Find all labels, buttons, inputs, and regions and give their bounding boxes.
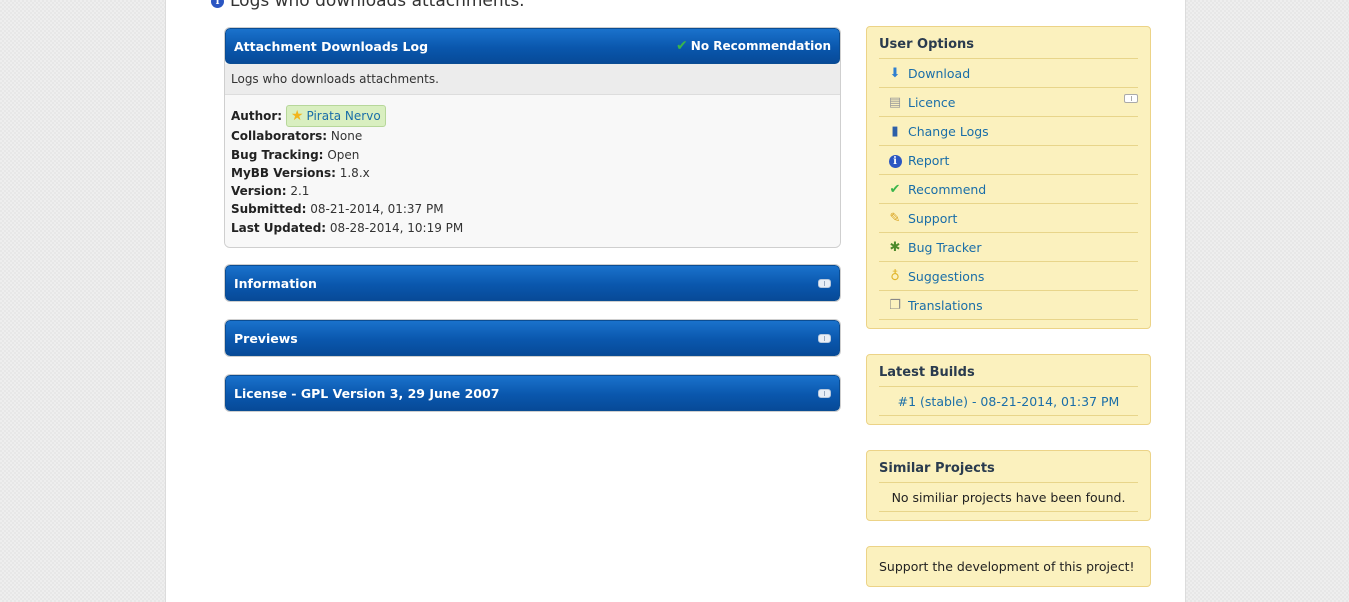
section-license: License - GPL Version 3, 29 June 2007 (224, 374, 841, 413)
book-icon: ▮ (891, 123, 899, 139)
download-arrow-icon: ⬇ (889, 65, 901, 81)
project-header: Attachment Downloads Log ✔ No Recommenda… (225, 28, 840, 64)
support-text: Support the development of this project! (879, 559, 1135, 574)
detail-label: Bug Tracking: (231, 147, 324, 162)
detail-value: None (330, 129, 363, 144)
page-heading-text: Logs who downloads attachments. (230, 0, 525, 11)
document-icon: ▤ (888, 94, 902, 110)
main-column: Attachment Downloads Log ✔ No Recommenda… (224, 27, 841, 429)
option-recommend[interactable]: ✔ Recommend (879, 175, 1138, 204)
option-bug-tracker[interactable]: ✱ Bug Tracker (879, 233, 1138, 262)
option-label: Translations (908, 297, 983, 313)
option-suggestions[interactable]: ♁ Suggestions (879, 262, 1138, 291)
expand-icon[interactable] (818, 278, 831, 288)
lightbulb-icon: ♁ (890, 268, 900, 284)
panel-title: User Options (879, 37, 1138, 59)
option-report[interactable]: i Report (879, 146, 1138, 175)
option-label: Support (908, 210, 958, 226)
detail-value: Open (327, 147, 360, 162)
detail-label: Author: (231, 109, 283, 124)
detail-value: 08-28-2014, 10:19 PM (329, 220, 464, 235)
detail-submitted: Submitted: 08-21-2014, 01:37 PM (231, 200, 834, 218)
section-information: Information (224, 264, 841, 303)
expand-icon[interactable] (818, 333, 831, 343)
user-options-panel: User Options ⬇ Download ▤ Licence ▮ Chan… (866, 26, 1151, 329)
check-icon: ✔ (676, 38, 688, 54)
panel-title: Latest Builds (879, 365, 1138, 387)
option-support[interactable]: ✎ Support (879, 204, 1138, 233)
detail-label: MyBB Versions: (231, 165, 336, 180)
recommendation-status: ✔ No Recommendation (676, 38, 831, 54)
option-licence[interactable]: ▤ Licence (879, 88, 1138, 117)
expand-icon[interactable] (818, 388, 831, 398)
detail-value: 1.8.x (339, 165, 370, 180)
option-change-logs[interactable]: ▮ Change Logs (879, 117, 1138, 146)
detail-label: Last Updated: (231, 220, 327, 235)
section-title: Information (234, 275, 317, 291)
author-link[interactable]: ★ Pirata Nervo (285, 105, 386, 128)
project-details: Author: ★ Pirata Nervo Collaborators: No… (225, 95, 840, 248)
detail-collaborators: Collaborators: None (231, 127, 834, 145)
project-description: Logs who downloads attachments. (225, 64, 840, 95)
similar-projects-panel: Similar Projects No similiar projects ha… (866, 450, 1151, 521)
detail-last-updated: Last Updated: 08-28-2014, 10:19 PM (231, 219, 834, 237)
option-label: Licence (908, 94, 956, 110)
detail-label: Version: (231, 184, 287, 199)
page-content: i Logs who downloads attachments. Attach… (165, 0, 1186, 602)
detail-mybb-versions: MyBB Versions: 1.8.x (231, 164, 834, 182)
section-header[interactable]: Information (225, 265, 840, 302)
author-name: Pirata Nervo (306, 109, 381, 123)
info-icon: i (887, 153, 903, 168)
section-title: Previews (234, 330, 298, 346)
detail-version: Version: 2.1 (231, 182, 834, 200)
detail-label: Submitted: (231, 202, 307, 217)
option-label: Report (908, 152, 950, 168)
detail-label: Collaborators: (231, 129, 328, 144)
detail-bug-tracking: Bug Tracking: Open (231, 146, 834, 164)
recommendation-label: No Recommendation (690, 39, 831, 53)
sidebar: User Options ⬇ Download ▤ Licence ▮ Chan… (866, 26, 1151, 587)
detail-value: 08-21-2014, 01:37 PM (310, 202, 444, 217)
project-box: Attachment Downloads Log ✔ No Recommenda… (224, 27, 841, 249)
detail-value: 2.1 (290, 184, 310, 199)
section-previews: Previews (224, 319, 841, 358)
project-title: Attachment Downloads Log (234, 38, 429, 54)
toggle-icon[interactable] (1124, 94, 1138, 103)
detail-author: Author: ★ Pirata Nervo (231, 105, 834, 128)
page-heading: i Logs who downloads attachments. (211, 0, 525, 11)
build-link[interactable]: #1 (stable) - 08-21-2014, 01:37 PM (879, 387, 1138, 416)
option-label: Suggestions (908, 268, 985, 284)
section-title: License - GPL Version 3, 29 June 2007 (234, 385, 500, 401)
support-development-panel: Support the development of this project! (866, 546, 1151, 587)
option-label: Bug Tracker (908, 239, 982, 255)
similar-empty-message: No similiar projects have been found. (879, 483, 1138, 512)
section-header[interactable]: Previews (225, 320, 840, 357)
latest-builds-panel: Latest Builds #1 (stable) - 08-21-2014, … (866, 354, 1151, 425)
option-translations[interactable]: ❐ Translations (879, 291, 1138, 320)
info-icon: i (211, 0, 224, 8)
pages-icon: ❐ (889, 297, 901, 313)
pencil-icon: ✎ (889, 210, 901, 226)
section-header[interactable]: License - GPL Version 3, 29 June 2007 (225, 375, 840, 412)
option-download[interactable]: ⬇ Download (879, 59, 1138, 88)
check-icon: ✔ (889, 181, 901, 197)
panel-title: Similar Projects (879, 461, 1138, 483)
option-label: Recommend (908, 181, 987, 197)
option-label: Change Logs (908, 123, 989, 139)
bug-icon: ✱ (889, 239, 901, 255)
star-icon: ★ (290, 108, 304, 125)
option-label: Download (908, 65, 971, 81)
